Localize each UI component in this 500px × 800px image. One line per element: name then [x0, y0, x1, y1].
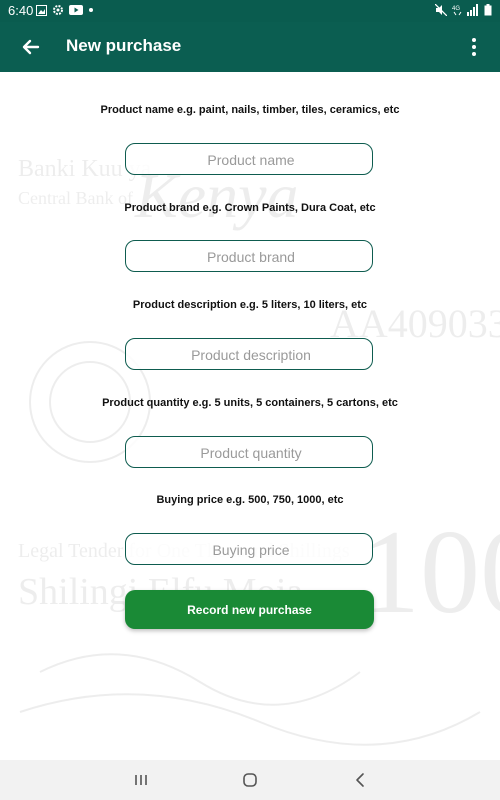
form-content: Banki Kuu ya Central Bank of Kenya AA409…	[0, 72, 500, 760]
page-title: New purchase	[66, 36, 182, 55]
signal-icon	[467, 4, 478, 16]
home-icon[interactable]	[240, 770, 260, 790]
buying-price-label: Buying price e.g. 500, 750, 1000, etc	[156, 494, 344, 506]
battery-icon	[484, 4, 492, 16]
product-brand-label: Product brand e.g. Crown Paints, Dura Co…	[124, 202, 376, 214]
product-quantity-input[interactable]	[126, 437, 376, 469]
product-description-field	[125, 338, 376, 371]
settings-gear-icon	[53, 5, 63, 15]
product-name-label: Product name e.g. paint, nails, timber, …	[100, 104, 400, 116]
record-purchase-button[interactable]: Record new purchase	[125, 590, 374, 629]
product-quantity-label: Product quantity e.g. 5 units, 5 contain…	[102, 397, 398, 409]
product-brand-field	[125, 240, 376, 273]
buying-price-field	[125, 533, 376, 566]
product-name-field	[125, 143, 376, 176]
product-description-label: Product description e.g. 5 liters, 10 li…	[132, 299, 368, 311]
app-bar: New purchase	[0, 22, 500, 72]
image-icon	[36, 4, 47, 16]
youtube-icon	[69, 5, 83, 15]
status-time: 6:40	[8, 3, 34, 18]
buying-price-input[interactable]	[126, 534, 376, 566]
status-right-icons: 4G	[435, 4, 492, 16]
recents-icon[interactable]	[131, 770, 151, 790]
network-4g-icon: 4G	[452, 6, 462, 16]
status-left-icons	[36, 4, 94, 16]
product-description-input[interactable]	[126, 339, 376, 371]
watermark-line-6: 1000	[360, 505, 500, 638]
dot-icon	[89, 8, 93, 12]
product-name-input[interactable]	[126, 144, 376, 176]
product-quantity-field	[125, 436, 376, 469]
svg-text:4G: 4G	[452, 6, 460, 12]
mute-icon	[435, 4, 447, 16]
back-icon[interactable]	[350, 770, 370, 790]
product-brand-input[interactable]	[126, 241, 376, 273]
system-nav-bar	[0, 760, 500, 800]
arrow-left-icon[interactable]	[18, 34, 44, 60]
more-vert-icon[interactable]	[464, 36, 484, 58]
status-bar: 6:40 4G	[0, 0, 500, 22]
